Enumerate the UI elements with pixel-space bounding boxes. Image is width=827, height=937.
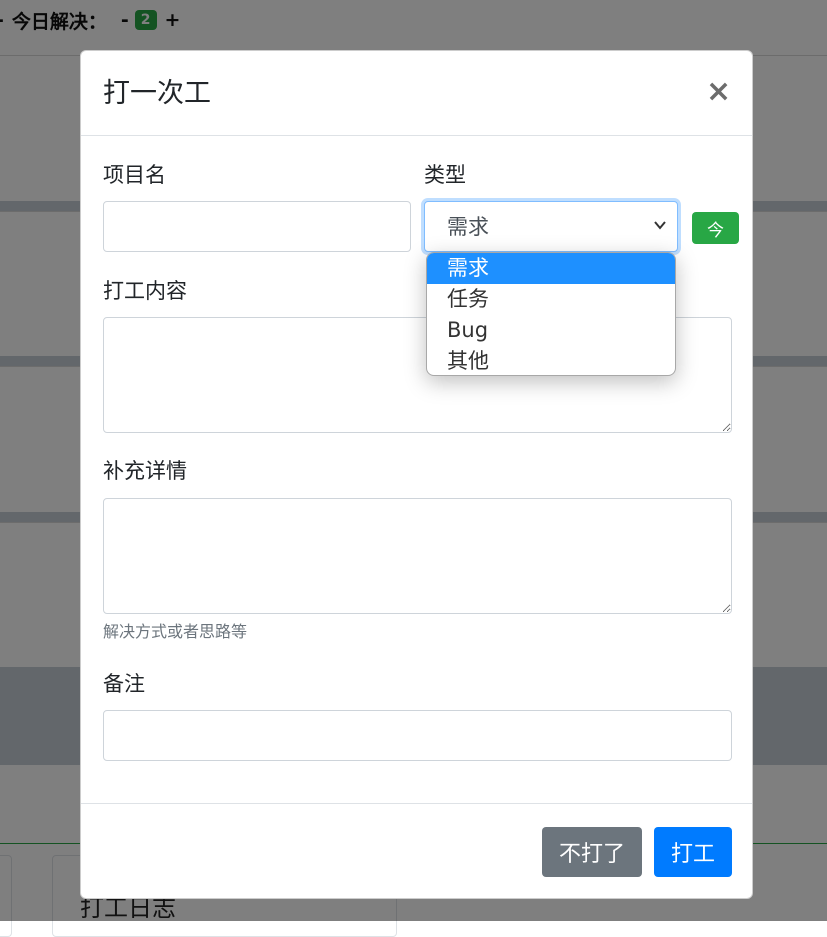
project-name-input[interactable]: [103, 201, 411, 252]
work-content-label: 打工内容: [103, 279, 187, 303]
modal-header: 打一次工 ×: [81, 51, 752, 136]
details-textarea[interactable]: [103, 498, 732, 614]
modal-footer: [81, 803, 752, 804]
work-entry-modal: 打一次工 × 项目名 类型 需求 今 需求 任务 Bug 其他 打工内容 补充详…: [80, 50, 753, 899]
close-icon[interactable]: ×: [706, 77, 731, 107]
cancel-button[interactable]: 不打了: [542, 827, 642, 877]
modal-title: 打一次工: [103, 78, 211, 109]
type-select-value: 需求: [447, 215, 489, 239]
details-help-text: 解决方式或者思路等: [103, 622, 248, 641]
type-option-requirement[interactable]: 需求: [427, 253, 675, 284]
type-select[interactable]: 需求: [424, 201, 678, 252]
today-button[interactable]: 今: [692, 212, 739, 244]
type-label: 类型: [424, 163, 466, 187]
type-dropdown-list: 需求 任务 Bug 其他: [426, 252, 676, 376]
type-option-task[interactable]: 任务: [427, 284, 675, 315]
chevron-down-icon: [654, 221, 666, 230]
submit-button[interactable]: 打工: [654, 827, 732, 877]
type-option-other[interactable]: 其他: [427, 346, 675, 375]
project-name-label: 项目名: [103, 163, 166, 187]
remark-label: 备注: [103, 672, 145, 696]
details-label: 补充详情: [103, 459, 187, 483]
type-option-bug[interactable]: Bug: [427, 315, 675, 346]
remark-input[interactable]: [103, 710, 732, 761]
